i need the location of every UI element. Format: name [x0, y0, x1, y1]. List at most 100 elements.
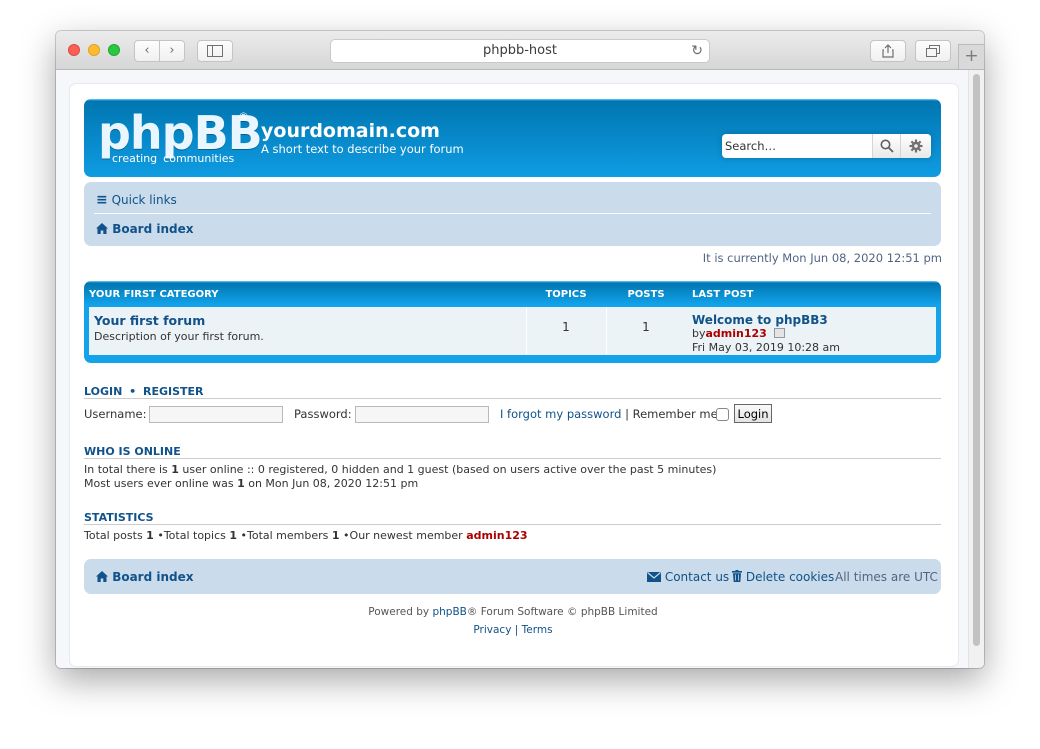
new-tab-button[interactable]: + [958, 44, 984, 69]
remember-me-checkbox[interactable] [716, 408, 729, 421]
tabs-icon [926, 45, 940, 57]
legal-separator: | [514, 624, 519, 636]
hamburger-icon: ≡ [96, 192, 108, 208]
category-title[interactable]: YOUR FIRST CATEGORY [89, 289, 219, 300]
site-header: phpBB ® creating communities yourdomain.c… [84, 99, 941, 177]
username-input[interactable] [149, 406, 283, 423]
total-posts-label: Total posts [84, 529, 147, 542]
chevron-left-icon: ‹ [144, 43, 150, 58]
minimize-window-button[interactable] [88, 44, 100, 56]
contact-us-label: Contact us [664, 570, 730, 584]
search-box: Search… [722, 134, 931, 158]
login-options: I forgot my password | Remember me [500, 407, 718, 421]
phpbb-link[interactable]: phpBB [432, 606, 466, 618]
tabs-overview-button[interactable] [915, 40, 951, 62]
site-description: A short text to describe your forum [261, 142, 464, 156]
close-window-button[interactable] [68, 44, 80, 56]
logo-tagline-1: creating [112, 152, 158, 165]
delete-cookies-link[interactable]: Delete cookies [732, 570, 834, 584]
logo-tagline: creating communities [112, 152, 240, 165]
sidebar-toggle-button[interactable] [197, 40, 233, 62]
search-button[interactable] [872, 134, 900, 158]
record-text-a: Most users ever online was [84, 477, 238, 490]
total-topics-label: •Total topics [153, 529, 230, 542]
advanced-search-button[interactable] [900, 134, 931, 158]
browser-titlebar: ‹ › phpbb-host ↻ + [56, 31, 984, 70]
contact-us-link[interactable]: Contact us [647, 570, 729, 584]
statistics-title: STATISTICS [84, 511, 154, 524]
forum-row: Your first forum Description of your fir… [89, 307, 936, 355]
record-count: 1 [237, 477, 245, 490]
terms-link[interactable]: Terms [522, 624, 553, 636]
total-topics: 1 [229, 529, 238, 542]
last-post-author[interactable]: admin123 [706, 327, 767, 340]
plus-icon: + [964, 46, 979, 66]
online-text-b: user online :: 0 registered, 0 hidden an… [178, 463, 717, 476]
web-viewport: phpBB ® creating communities yourdomain.c… [56, 70, 984, 668]
trash-icon [732, 570, 742, 582]
privacy-link[interactable]: Privacy [473, 624, 511, 636]
powered-by-text-a: Powered by [368, 606, 433, 618]
online-record: Most users ever online was 1 on Mon Jun … [84, 477, 418, 490]
chevron-right-icon: › [169, 43, 175, 58]
password-input[interactable] [355, 406, 489, 423]
forum-title[interactable]: Your first forum [94, 313, 205, 328]
navbar: ≡ Quick links Board index [84, 182, 941, 246]
gear-icon [909, 139, 923, 153]
online-count: 1 [171, 463, 179, 476]
login-link[interactable]: LOGIN [84, 385, 122, 398]
quick-links-menu[interactable]: ≡ Quick links [96, 192, 177, 208]
scrollbar-thumb[interactable] [973, 74, 980, 646]
phpbb-logo[interactable]: phpBB ® creating communities [98, 108, 263, 165]
share-icon [882, 44, 894, 58]
last-post-author-line: byadmin123 [692, 327, 786, 340]
vertical-scrollbar[interactable] [968, 70, 984, 668]
register-link[interactable]: REGISTER [143, 385, 204, 398]
share-button[interactable] [870, 40, 906, 62]
newest-member-link[interactable]: admin123 [466, 529, 527, 542]
last-post-column-header: LAST POST [692, 289, 754, 300]
back-button[interactable]: ‹ [134, 40, 160, 62]
search-input[interactable]: Search… [722, 134, 872, 158]
quick-links-label: Quick links [111, 193, 177, 207]
powered-by: Powered by phpBB® Forum Software © phpBB… [70, 606, 956, 618]
forum-page: phpBB ® creating communities yourdomain.c… [69, 83, 959, 667]
address-bar[interactable]: phpbb-host ↻ [330, 39, 710, 63]
newest-member-label: •Our newest member [339, 529, 467, 542]
footer-board-index-label: Board index [112, 570, 194, 584]
home-icon [96, 223, 108, 234]
login-button[interactable]: Login [734, 404, 772, 423]
last-post-title[interactable]: Welcome to phpBB3 [692, 313, 828, 327]
by-label: by [692, 327, 706, 340]
forum-category: YOUR FIRST CATEGORY TOPICS POSTS LAST PO… [84, 281, 941, 363]
reload-icon[interactable]: ↻ [691, 40, 703, 62]
record-text-b: on Mon Jun 08, 2020 12:51 pm [244, 477, 419, 490]
forgot-password-link[interactable]: I forgot my password [500, 407, 621, 421]
pipe-separator: | [625, 407, 629, 421]
site-title[interactable]: yourdomain.com [261, 120, 440, 142]
powered-by-text-b: ® Forum Software © phpBB Limited [466, 606, 658, 618]
zoom-window-button[interactable] [108, 44, 120, 56]
address-text: phpbb-host [482, 43, 557, 58]
view-latest-post-icon[interactable] [774, 328, 786, 338]
breadcrumb-board-index[interactable]: Board index [96, 222, 194, 236]
topics-count: 1 [562, 320, 570, 334]
username-label: Username: [84, 407, 147, 421]
statistics-divider [84, 524, 941, 525]
footer-board-index[interactable]: Board index [96, 570, 194, 584]
registered-mark-icon: ® [238, 110, 249, 123]
total-posts: 1 [146, 529, 154, 542]
footer-navbar: Board index Contact us Delete cookies Al… [84, 559, 941, 594]
who-is-online-title[interactable]: WHO IS ONLINE [84, 445, 181, 458]
last-post-date: Fri May 03, 2019 10:28 am [692, 341, 840, 354]
search-icon [880, 139, 894, 153]
delete-cookies-label: Delete cookies [745, 570, 835, 584]
timezone-note: All times are UTC [835, 570, 938, 584]
posts-count: 1 [642, 320, 650, 334]
forum-description: Description of your first forum. [94, 330, 264, 343]
home-icon [96, 571, 108, 582]
topics-column-header: TOPICS [545, 289, 587, 300]
statistics-line: Total posts 1 •Total topics 1 •Total mem… [84, 529, 528, 542]
login-register-separator: • [129, 385, 137, 398]
forward-button[interactable]: › [159, 40, 185, 62]
